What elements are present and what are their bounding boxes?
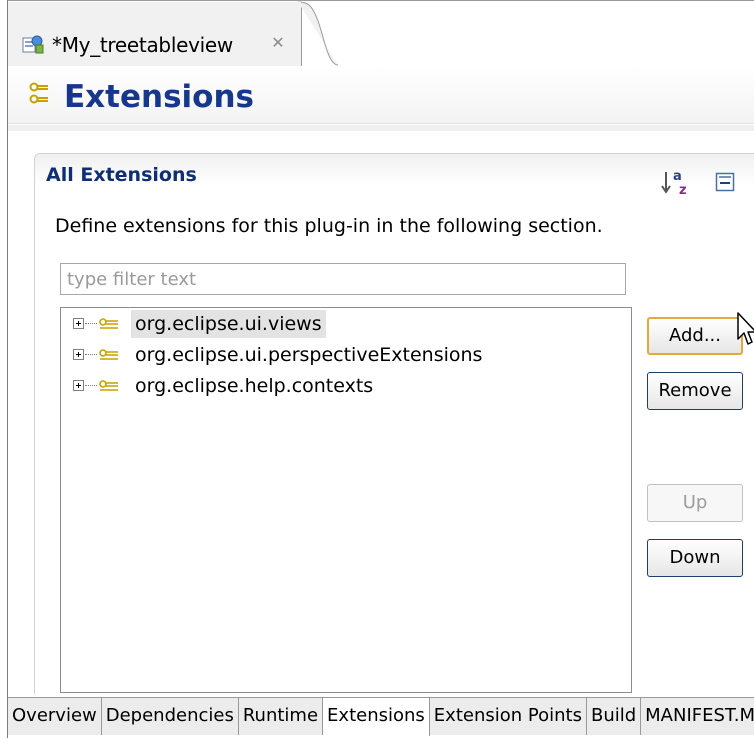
editor-tab[interactable]: *My_treetableview ✕ <box>8 2 302 66</box>
section-header: All Extensions <box>35 154 754 186</box>
section-description: Define extensions for this plug-in in th… <box>55 215 603 237</box>
filter-input[interactable] <box>60 263 626 295</box>
page-header: Extensions <box>8 67 754 124</box>
add-button[interactable]: Add... <box>647 317 743 355</box>
up-button[interactable]: Up <box>647 484 743 522</box>
plugin-manifest-editor: *My_treetableview ✕ Extensions All Exten… <box>7 0 754 739</box>
tree-connector <box>85 323 97 324</box>
tab-manifest[interactable]: MANIFEST.MF <box>641 698 754 735</box>
extension-icon <box>98 348 124 362</box>
tab-build[interactable]: Build <box>586 698 642 735</box>
tab-extensions[interactable]: Extensions <box>323 698 430 736</box>
tab-slope <box>298 1 338 66</box>
svg-text:z: z <box>679 183 687 198</box>
svg-text:a: a <box>673 169 682 184</box>
page-title: Extensions <box>64 79 254 115</box>
tree-item-label: org.eclipse.ui.views <box>131 310 326 338</box>
collapse-all-icon[interactable] <box>715 172 735 192</box>
sort-alphabetically-icon[interactable]: a z <box>661 168 693 198</box>
tab-extension-points[interactable]: Extension Points <box>429 698 587 735</box>
plugin-manifest-icon <box>21 32 45 56</box>
tree-item-label: org.eclipse.ui.perspectiveExtensions <box>135 344 483 366</box>
tree-item[interactable]: org.eclipse.ui.perspectiveExtensions <box>61 341 631 371</box>
extensions-tree[interactable]: org.eclipse.ui.views org.eclipse.ui.pers… <box>60 307 632 693</box>
down-button[interactable]: Down <box>647 539 743 577</box>
expand-icon[interactable] <box>73 318 84 329</box>
editor-page-tabs: Overview Dependencies Runtime Extensions Ext… <box>8 697 754 739</box>
tree-item[interactable]: org.eclipse.ui.views <box>61 310 631 340</box>
editor-tab-title: *My_treetableview <box>52 33 233 57</box>
header-divider <box>8 125 754 131</box>
tab-overview[interactable]: Overview <box>8 698 102 735</box>
remove-button[interactable]: Remove <box>647 372 743 410</box>
tab-dependencies[interactable]: Dependencies <box>101 698 239 735</box>
tree-connector <box>85 385 97 386</box>
editor-tab-strip: *My_treetableview ✕ <box>8 0 754 67</box>
expand-icon[interactable] <box>73 380 84 391</box>
close-icon[interactable]: ✕ <box>269 34 287 52</box>
extension-icon <box>98 317 124 331</box>
all-extensions-section: All Extensions a z Define extensions for… <box>34 153 754 694</box>
expand-icon[interactable] <box>73 349 84 360</box>
tree-item[interactable]: org.eclipse.help.contexts <box>61 372 631 402</box>
extensions-icon <box>28 81 54 107</box>
tab-runtime[interactable]: Runtime <box>238 698 324 735</box>
extension-icon <box>98 379 124 393</box>
tree-item-label: org.eclipse.help.contexts <box>135 375 374 397</box>
tree-connector <box>85 354 97 355</box>
section-title: All Extensions <box>46 164 197 186</box>
